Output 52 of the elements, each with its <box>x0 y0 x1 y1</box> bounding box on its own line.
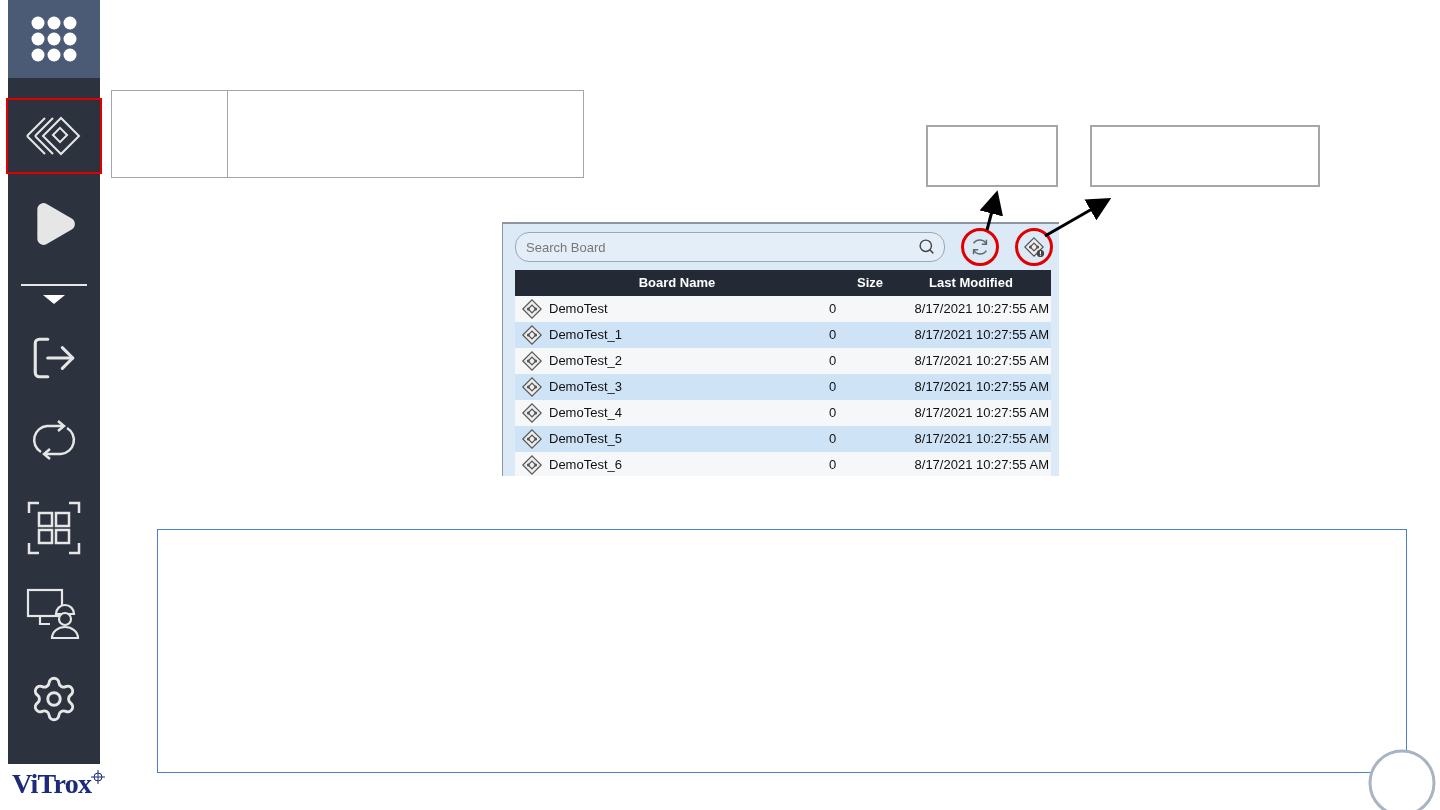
column-header: Last Modified <box>928 274 1014 293</box>
table-cell-text: DemoTest_1 <box>549 326 623 345</box>
table-cell-text: 8/17/2021 10:27:55 AM <box>913 326 1049 345</box>
board-icon <box>521 350 543 372</box>
search-field[interactable]: Search Board <box>515 232 945 262</box>
table-cell-text: 0 <box>829 378 838 397</box>
table-cell-text: DemoTest_2 <box>549 352 623 371</box>
arrow <box>979 190 1003 231</box>
logo-text: ViTrox <box>12 770 92 798</box>
table-cell-text: 8/17/2021 10:27:55 AM <box>913 352 1049 371</box>
table-cell-text: DemoTest_5 <box>549 430 623 449</box>
board-info-icon <box>1023 236 1045 258</box>
table-cell-text: 0 <box>829 430 838 449</box>
arrow <box>1044 198 1112 238</box>
table-cell-text: 8/17/2021 10:27:55 AM <box>913 300 1049 319</box>
board-icon <box>521 402 543 424</box>
apps-grid-icon <box>31 16 77 62</box>
table-cell-text: DemoTest_6 <box>549 456 623 475</box>
table-cell-text: 0 <box>829 326 838 345</box>
board-icon <box>521 298 543 320</box>
crosshair-icon <box>91 770 106 784</box>
table-cell-text: 8/17/2021 10:27:55 AM <box>913 430 1049 449</box>
scan-grid-icon <box>27 501 81 555</box>
table-row[interactable]: DemoTest_5 0 8/17/2021 10:27:55 AM <box>515 426 1051 452</box>
refresh-button[interactable] <box>961 228 999 266</box>
table-cell-text: 0 <box>829 456 838 475</box>
board-icon <box>521 324 543 346</box>
board-icon <box>521 428 543 450</box>
table-cell-text: DemoTest <box>549 300 609 319</box>
table-row[interactable]: DemoTest_4 0 8/17/2021 10:27:55 AM <box>515 400 1051 426</box>
table-row[interactable]: DemoTest_6 0 8/17/2021 10:27:55 AM <box>515 452 1051 476</box>
table-cell-text: 0 <box>829 404 838 423</box>
table-row[interactable]: DemoTest_3 0 8/17/2021 10:27:55 AM <box>515 374 1051 400</box>
board-icon <box>521 454 543 476</box>
column-header: Size <box>856 274 884 293</box>
table-cell-text: 8/17/2021 10:27:55 AM <box>913 378 1049 397</box>
table-row[interactable]: DemoTest 0 8/17/2021 10:27:55 AM <box>515 296 1051 322</box>
table-cell-text: DemoTest_3 <box>549 378 623 397</box>
sidebar-item[interactable] <box>8 0 100 78</box>
board-info-button[interactable] <box>1015 228 1053 266</box>
table-cell-text: 8/17/2021 10:27:55 AM <box>913 456 1049 475</box>
monitor-operator-icon <box>26 588 82 640</box>
table-cell-text: 0 <box>829 352 838 371</box>
search-icon <box>918 238 935 255</box>
column-header: Board Name <box>637 274 717 293</box>
table-row[interactable]: DemoTest_1 0 8/17/2021 10:27:55 AM <box>515 322 1051 348</box>
sidebar-item[interactable] <box>6 98 102 174</box>
table-cell-text: 8/17/2021 10:27:55 AM <box>913 404 1049 423</box>
board-icon <box>521 376 543 398</box>
table-row[interactable]: DemoTest_2 0 8/17/2021 10:27:55 AM <box>515 348 1051 374</box>
table-cell-text: DemoTest_4 <box>549 404 623 423</box>
table-cell-text: 0 <box>829 300 838 319</box>
